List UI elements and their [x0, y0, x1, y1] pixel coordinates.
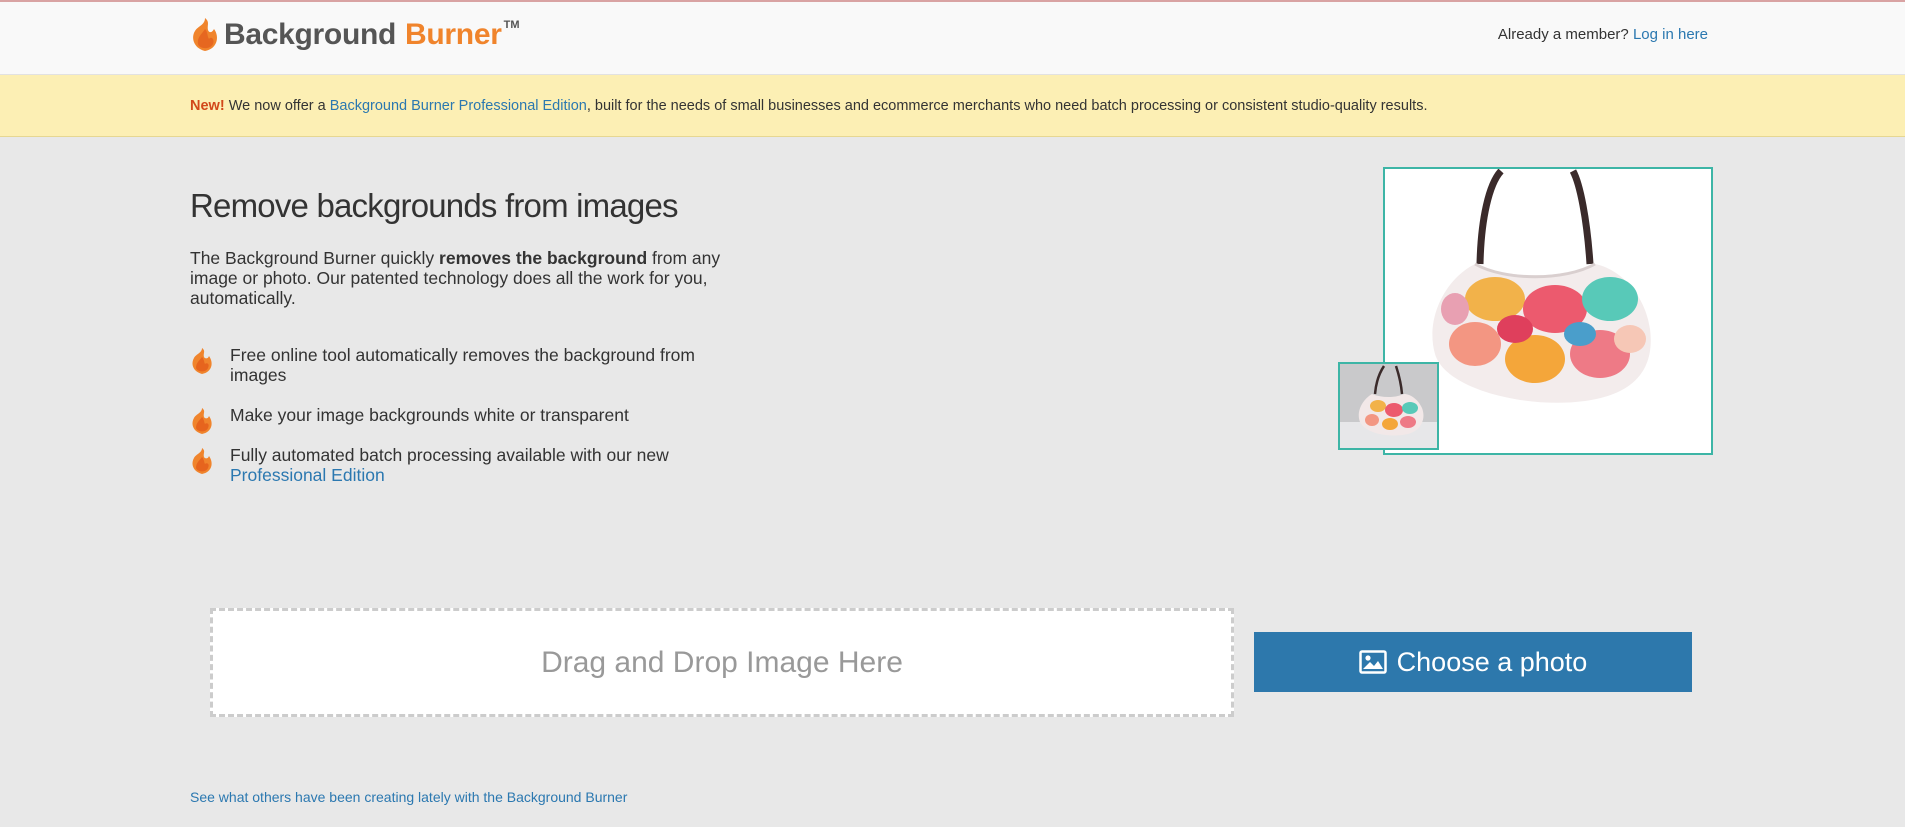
feature-list: Free online tool automatically removes t…: [190, 345, 750, 505]
feature-item: Free online tool automatically removes t…: [190, 345, 750, 385]
logo-word-background: Background: [224, 18, 397, 51]
professional-edition-banner-link[interactable]: Background Burner Professional Edition: [330, 98, 587, 114]
new-badge: New!: [190, 98, 225, 114]
feature-text: Free online tool automatically removes t…: [230, 345, 695, 385]
see-others-link[interactable]: See what others have been creating latel…: [190, 789, 627, 805]
flame-bullet-icon: [192, 348, 212, 374]
site-header: Background Burner TM Already a member? L…: [0, 0, 1905, 75]
flame-icon: [193, 18, 217, 51]
dropzone-label: Drag and Drop Image Here: [541, 645, 903, 679]
flame-bullet-icon: [192, 408, 212, 434]
member-prompt: Already a member? Log in here: [1498, 26, 1708, 43]
member-text: Already a member?: [1497, 26, 1629, 43]
intro-bold: removes the background: [439, 248, 648, 268]
intro-text: The Background Burner quickly removes th…: [190, 248, 750, 308]
intro-before: The Background Burner quickly: [190, 248, 435, 268]
drag-and-drop-zone[interactable]: Drag and Drop Image Here: [210, 608, 1234, 717]
banner-text-after: , built for the needs of small businesse…: [586, 98, 1428, 114]
feature-item: Fully automated batch processing availab…: [190, 445, 750, 485]
feature-text: Fully automated batch processing availab…: [230, 445, 669, 465]
login-link[interactable]: Log in here: [1633, 26, 1708, 43]
choose-photo-label: Choose a photo: [1396, 646, 1588, 677]
logo[interactable]: Background Burner TM: [190, 15, 519, 55]
announcement-banner: New! We now offer a Background Burner Pr…: [0, 75, 1905, 137]
floral-bag-thumbnail: [1340, 364, 1437, 448]
feature-item: Make your image backgrounds white or tra…: [190, 405, 750, 434]
logo-trademark: TM: [503, 19, 520, 31]
image-icon: [1358, 650, 1387, 674]
flame-bullet-icon: [192, 448, 212, 474]
banner-text-before: We now offer a: [228, 98, 326, 114]
original-thumbnail: [1338, 362, 1439, 450]
choose-photo-button[interactable]: Choose a photo: [1254, 632, 1692, 692]
page-title: Remove backgrounds from images: [190, 187, 679, 224]
professional-edition-link[interactable]: Professional Edition: [230, 465, 385, 485]
logo-word-burner: Burner: [405, 18, 502, 51]
feature-text: Make your image backgrounds white or tra…: [230, 405, 629, 425]
banner-text: New! We now offer a Background Burner Pr…: [190, 98, 1427, 114]
